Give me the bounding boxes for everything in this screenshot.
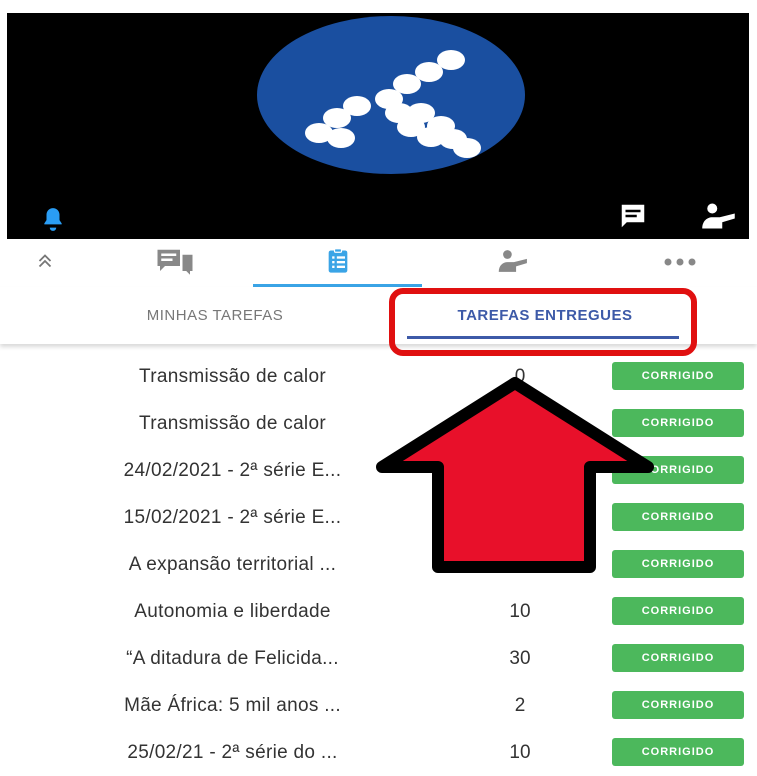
video-area bbox=[7, 13, 749, 239]
task-score: 10 bbox=[509, 600, 531, 622]
task-title: “A ditadura de Felicida... bbox=[126, 647, 339, 669]
status-badge[interactable]: CORRIGIDO bbox=[612, 597, 744, 625]
more-dots-icon bbox=[662, 254, 698, 272]
task-row[interactable]: 25/02/21 - 2ª série do ... 10 CORRIGIDO bbox=[0, 729, 757, 776]
highlight-box bbox=[389, 288, 697, 356]
task-title: Transmissão de calor bbox=[139, 412, 326, 434]
nav-presenter[interactable] bbox=[460, 239, 570, 287]
task-score: 10 bbox=[509, 741, 531, 763]
nav-collapse[interactable] bbox=[20, 239, 70, 287]
clipboard-list-icon bbox=[324, 247, 352, 280]
task-title: Mãe África: 5 mil anos ... bbox=[124, 694, 341, 716]
task-score: 30 bbox=[509, 647, 531, 669]
app-logo bbox=[257, 16, 525, 174]
task-row[interactable]: “A ditadura de Felicida... 30 CORRIGIDO bbox=[0, 635, 757, 682]
nav-chat[interactable] bbox=[120, 239, 230, 287]
task-title: Transmissão de calor bbox=[139, 365, 326, 387]
arrow-up-icon bbox=[370, 375, 660, 580]
task-title: 15/02/2021 - 2ª série E... bbox=[123, 506, 342, 528]
status-badge[interactable]: CORRIGIDO bbox=[612, 691, 744, 719]
message-icon[interactable] bbox=[617, 201, 649, 236]
nav-tasks[interactable] bbox=[253, 239, 422, 287]
tab-minhas-tarefas[interactable]: MINHAS TAREFAS bbox=[60, 287, 370, 344]
bottom-navigation bbox=[0, 239, 757, 287]
presenter-icon[interactable] bbox=[701, 201, 741, 236]
bell-icon[interactable] bbox=[40, 206, 66, 237]
task-score: 2 bbox=[514, 694, 526, 716]
person-presenting-icon bbox=[497, 248, 533, 279]
task-row[interactable]: Mãe África: 5 mil anos ... 2 CORRIGIDO bbox=[0, 682, 757, 729]
task-row[interactable]: Autonomia e liberdade 10 CORRIGIDO bbox=[0, 588, 757, 635]
task-title: Autonomia e liberdade bbox=[134, 600, 331, 622]
nav-more[interactable] bbox=[630, 239, 730, 287]
status-badge[interactable]: CORRIGIDO bbox=[612, 738, 744, 766]
chevron-up-double-icon bbox=[34, 250, 56, 277]
task-title: 25/02/21 - 2ª série do ... bbox=[127, 741, 338, 763]
task-title: 24/02/2021 - 2ª série E... bbox=[123, 459, 342, 481]
task-title: A expansão territorial ... bbox=[128, 553, 337, 575]
status-badge[interactable]: CORRIGIDO bbox=[612, 644, 744, 672]
chat-bubbles-icon bbox=[155, 247, 195, 280]
